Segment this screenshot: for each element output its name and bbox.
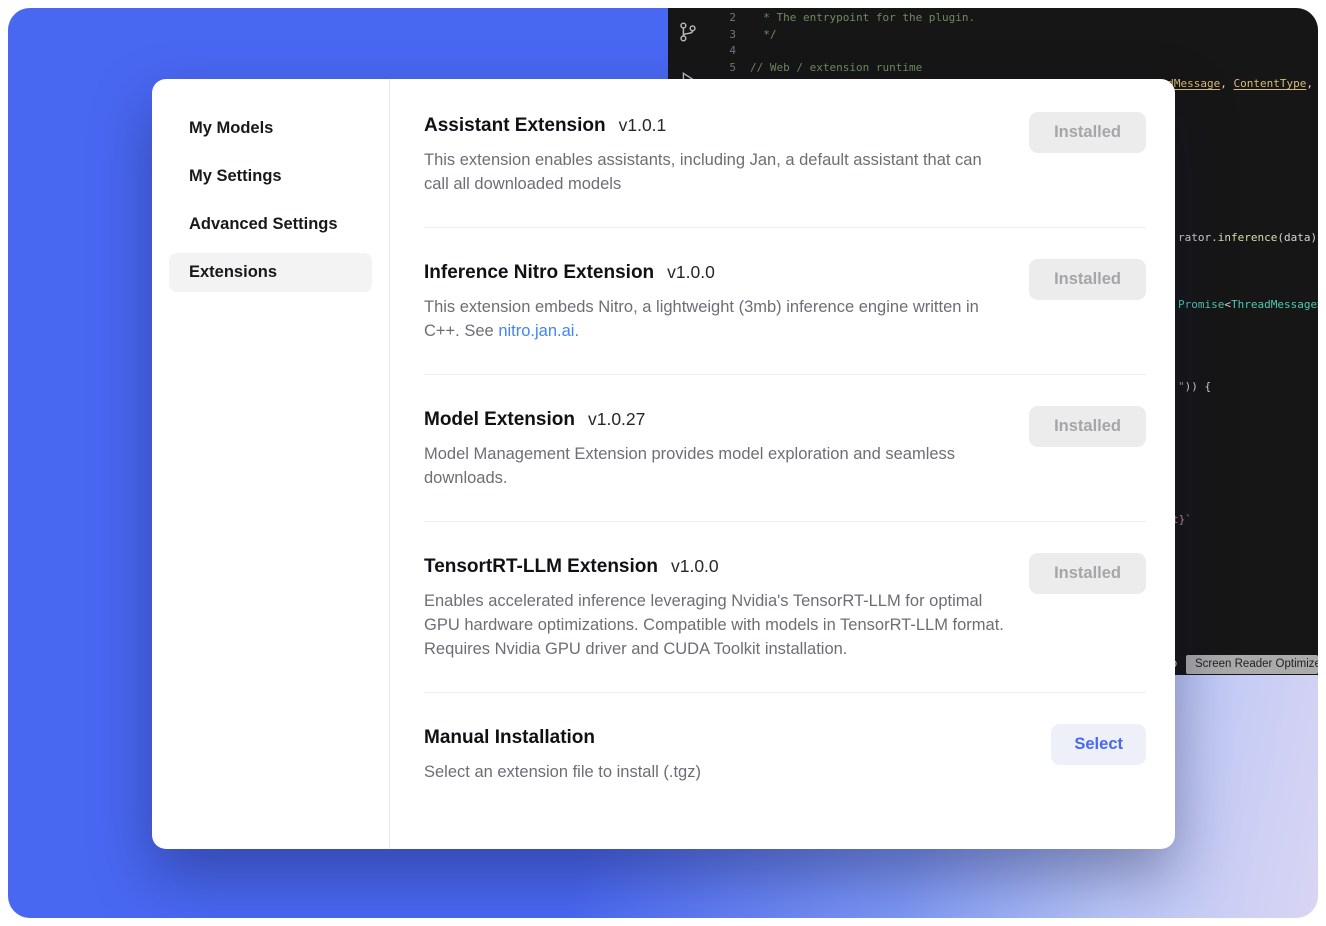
extension-title: Inference Nitro Extension xyxy=(424,259,654,286)
screen-reader-badge[interactable]: Screen Reader Optimize xyxy=(1186,655,1318,674)
extension-title: Assistant Extension xyxy=(424,112,606,139)
extension-description: Enables accelerated inference leveraging… xyxy=(424,589,1009,661)
extension-description: This extension embeds Nitro, a lightweig… xyxy=(424,295,1009,343)
extension-row-model: Model Extension v1.0.27 Model Management… xyxy=(424,375,1146,522)
sidebar-item-extensions[interactable]: Extensions xyxy=(169,253,372,292)
installed-button[interactable]: Installed xyxy=(1029,259,1146,300)
desktop-background: 2 * The entrypoint for the plugin.3 */45… xyxy=(8,8,1318,918)
code-line: 3 */ xyxy=(708,27,1318,44)
sidebar-item-my-models[interactable]: My Models xyxy=(169,109,372,148)
extension-version: v1.0.1 xyxy=(619,115,667,136)
manual-installation-description: Select an extension file to install (.tg… xyxy=(424,760,701,784)
settings-modal: My Models My Settings Advanced Settings … xyxy=(152,79,1175,849)
extension-version: v1.0.0 xyxy=(667,262,715,283)
source-control-icon[interactable] xyxy=(676,20,700,44)
manual-installation-title: Manual Installation xyxy=(424,724,595,751)
extension-title: TensortRT-LLM Extension xyxy=(424,553,658,580)
installed-button[interactable]: Installed xyxy=(1029,406,1146,447)
code-fragment: Promise<ThreadMessage> xyxy=(1178,297,1318,313)
installed-button[interactable]: Installed xyxy=(1029,553,1146,594)
code-fragment: ")) { xyxy=(1178,379,1211,395)
installed-button[interactable]: Installed xyxy=(1029,112,1146,153)
extension-row-tensorrt: TensortRT-LLM Extension v1.0.0 Enables a… xyxy=(424,522,1146,693)
nitro-link[interactable]: nitro.jan.ai. xyxy=(498,322,579,340)
manual-installation-row: Manual Installation Select an extension … xyxy=(424,693,1146,815)
extension-version: v1.0.27 xyxy=(588,409,645,430)
code-fragment: rator.inference(data)); xyxy=(1178,230,1318,246)
extension-description: This extension enables assistants, inclu… xyxy=(424,148,1009,196)
code-line: 2 * The entrypoint for the plugin. xyxy=(708,10,1318,27)
code-line: 4 xyxy=(708,43,1318,60)
extension-description: Model Management Extension provides mode… xyxy=(424,442,1009,490)
extension-row-nitro: Inference Nitro Extension v1.0.0 This ex… xyxy=(424,228,1146,375)
code-line: 5// Web / extension runtime xyxy=(708,60,1318,77)
settings-sidebar: My Models My Settings Advanced Settings … xyxy=(152,79,390,849)
extension-title: Model Extension xyxy=(424,406,575,433)
sidebar-item-my-settings[interactable]: My Settings xyxy=(169,157,372,196)
select-button[interactable]: Select xyxy=(1051,724,1146,765)
extension-version: v1.0.0 xyxy=(671,556,719,577)
extensions-panel: Assistant Extension v1.0.1 This extensio… xyxy=(390,79,1175,849)
extension-row-assistant: Assistant Extension v1.0.1 This extensio… xyxy=(424,112,1146,228)
sidebar-item-advanced-settings[interactable]: Advanced Settings xyxy=(169,205,372,244)
